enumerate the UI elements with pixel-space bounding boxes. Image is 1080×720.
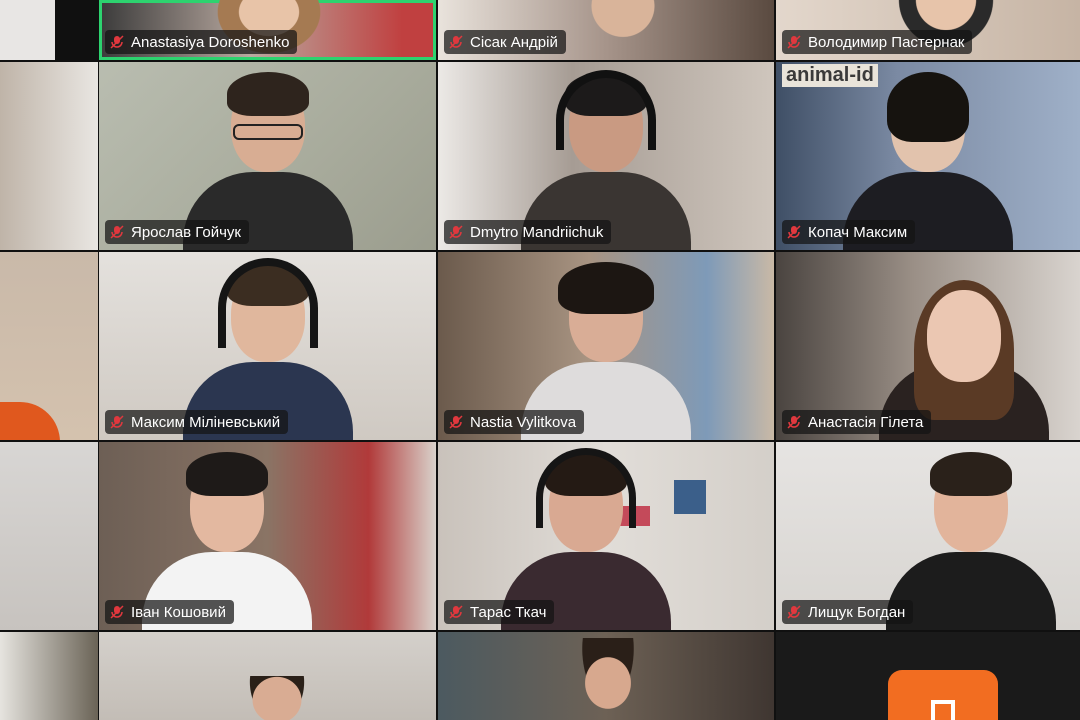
video-tile-partial[interactable] (0, 442, 98, 630)
participant-name: Anastasiya Doroshenko (131, 33, 290, 51)
participant-nametag: Іван Кошовий (105, 600, 234, 624)
share-button[interactable] (888, 670, 998, 720)
video-tile-partial[interactable] (0, 0, 55, 60)
participant-nametag: Nastia Vylitkova (444, 410, 585, 434)
muted-mic-icon (109, 414, 125, 430)
muted-mic-icon (109, 224, 125, 240)
participant-name: Володимир Пастернак (808, 33, 965, 51)
video-tile[interactable]: Володимир Пастернак (776, 0, 1080, 60)
participant-name: Ярослав Гойчук (131, 223, 241, 241)
video-tile[interactable]: Anastasiya Doroshenko (99, 0, 436, 60)
participant-name: Лищук Богдан (808, 603, 906, 621)
muted-mic-icon (448, 414, 464, 430)
video-tile-partial[interactable] (0, 632, 98, 720)
video-tile[interactable]: Тарас Ткач (438, 442, 774, 630)
wall-poster (674, 480, 706, 514)
muted-mic-icon (448, 224, 464, 240)
video-tile[interactable]: Іван Кошовий (99, 442, 436, 630)
video-tile[interactable]: Ярослав Гойчук (99, 62, 436, 250)
muted-mic-icon (786, 414, 802, 430)
video-feed (0, 402, 60, 440)
video-tile-partial[interactable] (99, 632, 436, 720)
muted-mic-icon (786, 34, 802, 50)
video-tile[interactable]: Dmytro Mandriichuk (438, 62, 774, 250)
share-tile[interactable] (776, 632, 1080, 720)
video-tile[interactable]: Лищук Богдан (776, 442, 1080, 630)
participant-name: Dmytro Mandriichuk (470, 223, 604, 241)
participant-name: Копач Максим (808, 223, 908, 241)
participant-name: Іван Кошовий (131, 603, 226, 621)
video-tile-partial[interactable] (0, 252, 98, 440)
muted-mic-icon (786, 604, 802, 620)
muted-mic-icon (448, 604, 464, 620)
video-tile[interactable]: Сісак Андрій (438, 0, 774, 60)
participant-nametag: Тарас Ткач (444, 600, 555, 624)
share-icon (931, 700, 955, 720)
participant-nametag: Максим Міліневський (105, 410, 289, 434)
muted-mic-icon (786, 224, 802, 240)
video-tile-partial[interactable] (438, 632, 774, 720)
video-tile[interactable]: Анастасія Гілета (776, 252, 1080, 440)
video-tile[interactable]: Nastia Vylitkova (438, 252, 774, 440)
video-tile-partial[interactable] (0, 62, 98, 250)
video-feed (568, 0, 678, 60)
participant-nametag: Копач Максим (782, 220, 916, 244)
participant-nametag: Лищук Богдан (782, 600, 914, 624)
video-feed (239, 676, 315, 720)
participant-name: Тарас Ткач (470, 603, 547, 621)
participant-name: Сісак Андрій (470, 33, 558, 51)
video-feed (568, 638, 648, 720)
muted-mic-icon (448, 34, 464, 50)
participant-nametag: Anastasiya Doroshenko (105, 30, 298, 54)
participant-name: Nastia Vylitkova (470, 413, 577, 431)
participant-nametag: Dmytro Mandriichuk (444, 220, 612, 244)
participant-nametag: Ярослав Гойчук (105, 220, 249, 244)
video-tile[interactable]: animal-id Копач Максим (776, 62, 1080, 250)
participant-name: Анастасія Гілета (808, 413, 924, 431)
participant-name: Максим Міліневський (131, 413, 281, 431)
participant-nametag: Анастасія Гілета (782, 410, 932, 434)
participant-nametag: Володимир Пастернак (782, 30, 973, 54)
participant-nametag: Сісак Андрій (444, 30, 566, 54)
muted-mic-icon (109, 34, 125, 50)
video-tile[interactable]: Максим Міліневський (99, 252, 436, 440)
muted-mic-icon (109, 604, 125, 620)
